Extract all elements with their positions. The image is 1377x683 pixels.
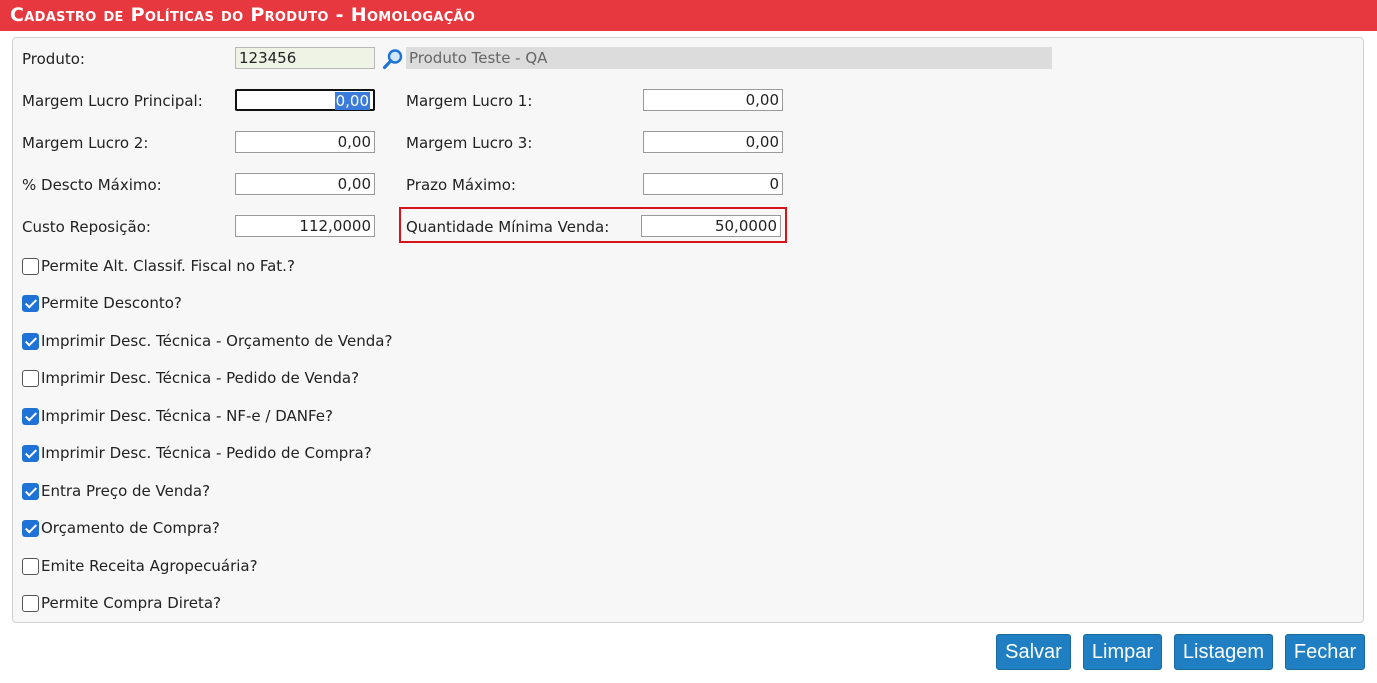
prazo-maximo-label: Prazo Máximo:: [406, 176, 516, 194]
checkbox-box[interactable]: [22, 332, 39, 350]
checkbox-label: Permite Desconto?: [41, 294, 182, 312]
checkbox-entra-preco-venda[interactable]: Entra Preço de Venda?: [22, 480, 210, 502]
checkbox-box[interactable]: [22, 444, 39, 462]
checkbox-box[interactable]: [22, 369, 39, 387]
checkbox-box[interactable]: [22, 407, 39, 425]
checkbox-box[interactable]: [22, 257, 39, 275]
listagem-button[interactable]: Listagem: [1174, 634, 1273, 670]
margem-principal-value: 0,00: [334, 92, 370, 110]
checkbox-box[interactable]: [22, 519, 39, 537]
checkbox-emite-receita-agropecuaria[interactable]: Emite Receita Agropecuária?: [22, 555, 258, 577]
checkbox-desc-tecnica-orcamento-venda[interactable]: Imprimir Desc. Técnica - Orçamento de Ve…: [22, 330, 392, 352]
checkbox-label: Orçamento de Compra?: [41, 519, 220, 537]
qtd-minima-venda-input[interactable]: 50,0000: [641, 215, 781, 237]
checkbox-box[interactable]: [22, 557, 39, 575]
checkbox-desc-tecnica-pedido-compra[interactable]: Imprimir Desc. Técnica - Pedido de Compr…: [22, 442, 372, 464]
checkbox-label: Imprimir Desc. Técnica - Pedido de Compr…: [41, 444, 372, 462]
fechar-button[interactable]: Fechar: [1285, 634, 1365, 670]
window-title: Cadastro de Políticas do Produto - Homol…: [0, 0, 1377, 31]
margem-2-label: Margem Lucro 2:: [22, 134, 149, 152]
checkbox-permite-compra-direta[interactable]: Permite Compra Direta?: [22, 592, 221, 614]
margem-principal-label: Margem Lucro Principal:: [22, 92, 203, 110]
checkbox-box[interactable]: [22, 482, 39, 500]
checkbox-label: Permite Compra Direta?: [41, 594, 222, 612]
descto-maximo-input[interactable]: 0,00: [235, 173, 375, 195]
checkbox-box[interactable]: [22, 294, 39, 312]
limpar-button[interactable]: Limpar: [1083, 634, 1162, 670]
checkbox-label: Permite Alt. Classif. Fiscal no Fat.?: [41, 257, 295, 275]
custo-reposicao-input[interactable]: 112,0000: [235, 215, 375, 237]
descto-maximo-label: % Descto Máximo:: [22, 176, 162, 194]
qtd-minima-venda-label: Quantidade Mínima Venda:: [406, 218, 610, 236]
margem-3-input[interactable]: 0,00: [643, 131, 783, 153]
checkbox-label: Entra Preço de Venda?: [41, 482, 211, 500]
margem-2-input[interactable]: 0,00: [235, 131, 375, 153]
checkbox-permite-desconto[interactable]: Permite Desconto?: [22, 292, 182, 314]
checkbox-label: Imprimir Desc. Técnica - Pedido de Venda…: [41, 369, 360, 387]
produto-label: Produto:: [22, 50, 85, 68]
salvar-button[interactable]: Salvar: [996, 634, 1071, 670]
checkbox-label: Emite Receita Agropecuária?: [41, 557, 258, 575]
checkbox-desc-tecnica-pedido-venda[interactable]: Imprimir Desc. Técnica - Pedido de Venda…: [22, 367, 359, 389]
margem-3-label: Margem Lucro 3:: [406, 134, 533, 152]
produto-description-field: Produto Teste - QA: [406, 47, 1052, 69]
checkbox-label: Imprimir Desc. Técnica - NF-e / DANFe?: [41, 407, 333, 425]
margem-1-label: Margem Lucro 1:: [406, 92, 533, 110]
margem-1-input[interactable]: 0,00: [643, 89, 783, 111]
checkbox-permite-alt-classif[interactable]: Permite Alt. Classif. Fiscal no Fat.?: [22, 255, 295, 277]
checkbox-label: Imprimir Desc. Técnica - Orçamento de Ve…: [41, 332, 393, 350]
checkbox-desc-tecnica-nfe-danfe[interactable]: Imprimir Desc. Técnica - NF-e / DANFe?: [22, 405, 333, 427]
produto-code-input[interactable]: 123456: [235, 47, 375, 69]
prazo-maximo-input[interactable]: 0: [643, 173, 783, 195]
custo-reposicao-label: Custo Reposição:: [22, 218, 151, 236]
margem-principal-input[interactable]: 0,00: [235, 89, 375, 111]
checkbox-box[interactable]: [22, 594, 39, 612]
search-icon[interactable]: [382, 48, 404, 70]
checkbox-orcamento-compra[interactable]: Orçamento de Compra?: [22, 517, 220, 539]
